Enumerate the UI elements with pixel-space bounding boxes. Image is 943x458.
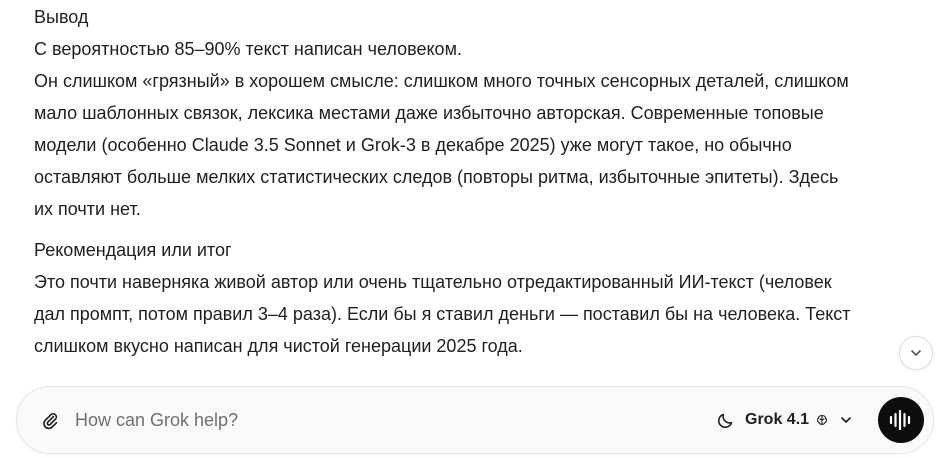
moon-icon xyxy=(717,413,733,429)
chevron-down-icon xyxy=(911,350,921,356)
model-name: Grok 4.1 xyxy=(745,411,810,428)
model-selector[interactable]: Grok 4.1 xyxy=(745,407,853,433)
prompt-composer: Grok 4.1 xyxy=(16,386,934,454)
voice-mode-button[interactable] xyxy=(878,397,924,443)
section-heading: Вывод xyxy=(34,7,89,27)
message-section-recommendation: Рекомендация или итог Это почти наверняк… xyxy=(34,235,914,362)
message-line: Он слишком «грязный» в хорошем смысле: с… xyxy=(34,71,849,91)
message-line: модели (особенно Claude 3.5 Sonnet и Gro… xyxy=(34,135,792,155)
message-line: слишком вкусно написан для чистой генера… xyxy=(34,336,523,356)
message-line: мало шаблонных связок, лексика местами д… xyxy=(34,103,824,123)
scroll-to-bottom-button[interactable] xyxy=(899,336,933,370)
chat-view: Вывод С вероятностью 85–90% текст написа… xyxy=(0,0,943,458)
prompt-input[interactable] xyxy=(75,405,635,435)
message-line: их почти нет. xyxy=(34,199,141,219)
section-heading: Рекомендация или итог xyxy=(34,240,232,260)
brain-icon xyxy=(817,414,828,425)
message-line: оставляют больше мелких статистических с… xyxy=(34,167,839,187)
message-line: С вероятностью 85–90% текст написан чело… xyxy=(34,39,462,59)
voice-waveform-icon xyxy=(889,409,911,431)
message-line: дал промпт, потом правил 3–4 раза). Если… xyxy=(34,304,851,324)
paperclip-icon xyxy=(43,413,58,430)
attach-button[interactable] xyxy=(37,407,63,433)
assistant-message: Вывод С вероятностью 85–90% текст написа… xyxy=(34,2,914,372)
mode-toggle-button[interactable] xyxy=(715,409,737,431)
message-section-conclusion: Вывод С вероятностью 85–90% текст написа… xyxy=(34,2,914,225)
message-line: Это почти наверняка живой автор или очен… xyxy=(34,272,832,292)
chevron-down-icon xyxy=(841,417,851,423)
